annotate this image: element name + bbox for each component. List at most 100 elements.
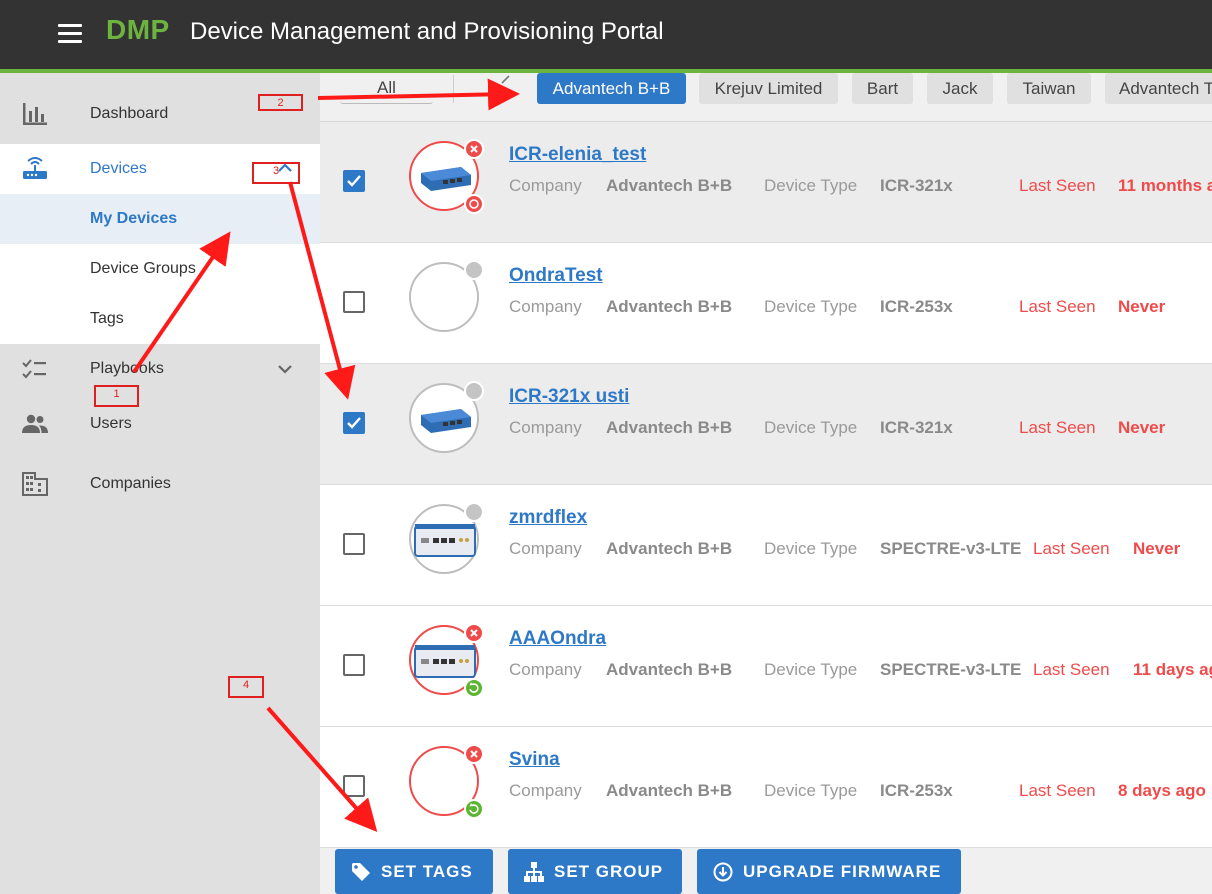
sidebar-item-label: Devices [90,160,147,177]
row-checkbox[interactable] [343,291,365,313]
sidebar-subitem-my-devices[interactable]: My Devices [0,194,320,244]
router-image [414,645,476,678]
row-checkbox[interactable] [343,170,365,192]
filter-chip-company[interactable]: Advantech T [1105,73,1212,104]
chevron-down-icon[interactable] [276,360,294,378]
device-type-label: Device Type [764,176,858,195]
sidebar-subitem-device-groups[interactable]: Device Groups [0,244,320,294]
sidebar: Dashboard Devices My Devices Device Grou… [0,73,320,894]
sidebar-subitem-label: My Devices [90,210,178,227]
users-icon [22,411,48,437]
company-label: Company [509,539,582,558]
annotation-number: 4 [242,679,250,691]
sync-ok-icon [464,678,484,698]
device-type-value: SPECTRE-v3-LTE [880,539,1022,558]
device-avatar [409,502,484,574]
chevron-left-icon[interactable] [498,75,512,91]
company-value: Advantech B+B [606,660,733,679]
device-avatar [409,744,484,819]
table-row[interactable]: OndraTest Company Advantech B+B Device T… [320,243,1212,364]
annotation-number: 2 [277,97,284,109]
last-seen-value: 11 days ag [1133,660,1212,679]
device-avatar [409,623,484,698]
annotation-box: 1 [94,385,139,407]
device-name-link[interactable]: AAAOndra [509,628,606,650]
table-row[interactable]: zmrdflex Company Advantech B+B Device Ty… [320,485,1212,606]
last-seen-label: Last Seen [1033,660,1110,679]
brand-logo: DMP [106,14,170,45]
filter-chip-company[interactable]: Bart [852,73,913,104]
company-label: Company [509,660,582,679]
unknown-status-icon [464,502,484,522]
sidebar-subitem-label: Tags [90,310,124,327]
table-row[interactable]: ICR-321x usti Company Advantech B+B Devi… [320,364,1212,485]
sidebar-item-users[interactable]: Users [0,399,320,449]
filter-chip-label: Taiwan [1022,78,1076,98]
company-label: Company [509,418,582,437]
sidebar-item-label: Playbooks [90,360,164,377]
set-tags-button[interactable]: SET TAGS [335,849,493,894]
company-label: Company [509,176,582,195]
table-row[interactable]: AAAOndra Company Advantech B+B Device Ty… [320,606,1212,727]
bulk-action-bar: SET TAGS SET GROUP UPGRADE FIRMWARE [320,848,1212,894]
device-type-value: ICR-321x [880,418,953,437]
building-icon [22,471,48,497]
device-type-value: SPECTRE-v3-LTE [880,660,1022,679]
annotation-box: 3 [252,162,300,184]
filter-chip-company[interactable]: Taiwan [1007,73,1091,104]
last-seen-value: 11 months a [1118,176,1212,195]
router-icon [22,156,48,182]
device-list: ICR-elenia_test Company Advantech B+B De… [320,122,1212,848]
tag-icon [352,862,370,881]
row-checkbox[interactable] [343,412,365,434]
bar-chart-icon [22,101,48,127]
sidebar-item-companies[interactable]: Companies [0,459,320,509]
device-type-label: Device Type [764,297,858,316]
device-name-link[interactable]: ICR-elenia_test [509,144,646,166]
annotation-box: 4 [228,676,264,698]
offline-status-icon [464,623,484,643]
annotation-number: 1 [113,388,120,400]
row-checkbox[interactable] [343,533,365,555]
filter-chip-company[interactable]: Advantech B+B [537,73,686,104]
device-avatar [409,139,484,214]
company-value: Advantech B+B [606,781,733,800]
sync-error-icon [464,194,484,214]
filter-chip-company[interactable]: Krejuv Limited [699,73,838,104]
device-name-link[interactable]: zmrdflex [509,507,587,529]
last-seen-label: Last Seen [1019,176,1096,195]
sidebar-item-label: Dashboard [90,105,169,122]
device-type-label: Device Type [764,660,858,679]
upgrade-firmware-button[interactable]: UPGRADE FIRMWARE [697,849,961,894]
upgrade-firmware-label: UPGRADE FIRMWARE [743,861,942,881]
table-row[interactable]: ICR-elenia_test Company Advantech B+B De… [320,122,1212,243]
set-group-button[interactable]: SET GROUP [508,849,682,894]
sync-ok-icon [464,799,484,819]
device-name-link[interactable]: ICR-321x usti [509,386,629,408]
device-type-label: Device Type [764,781,858,800]
filter-chip-label: Jack [942,78,978,98]
sidebar-item-label: Companies [90,475,171,492]
row-checkbox[interactable] [343,775,365,797]
table-row[interactable]: Svina Company Advantech B+B Device Type … [320,727,1212,848]
unknown-status-icon [464,381,484,401]
sidebar-subitem-tags[interactable]: Tags [0,294,320,344]
menu-icon[interactable] [58,24,82,44]
filter-chip-label: Krejuv Limited [714,78,823,98]
sidebar-item-playbooks[interactable]: Playbooks [0,344,320,394]
device-name-link[interactable]: Svina [509,749,560,771]
router-image [414,524,476,557]
unknown-status-icon [464,260,484,280]
device-name-link[interactable]: OndraTest [509,265,603,287]
company-label: Company [509,781,582,800]
row-checkbox[interactable] [343,654,365,676]
annotation-box: 2 [258,94,303,111]
filter-chip-company[interactable]: Jack [927,73,993,104]
filter-chip-label: Bart [866,78,899,98]
device-avatar [409,260,484,332]
router-image [421,409,471,433]
last-seen-value: Never [1133,539,1181,558]
device-avatar [409,381,484,453]
filter-chip-all[interactable]: All [340,73,433,104]
device-type-label: Device Type [764,539,858,558]
